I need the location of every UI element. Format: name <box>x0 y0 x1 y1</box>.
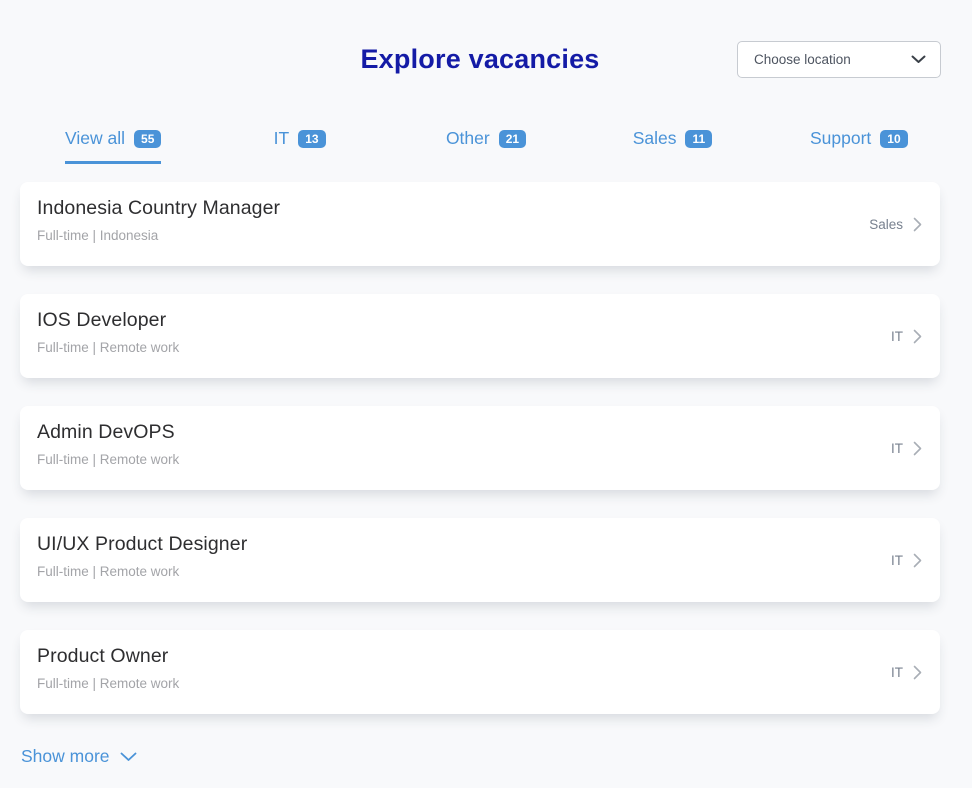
vacancy-title: Product Owner <box>37 645 922 668</box>
tab-count-badge: 11 <box>685 130 712 148</box>
vacancy-category: IT <box>891 665 903 680</box>
tab-it[interactable]: IT 13 <box>206 128 392 164</box>
tab-label: IT <box>274 128 290 149</box>
vacancy-category: IT <box>891 329 903 344</box>
vacancy-category: IT <box>891 553 903 568</box>
header: Explore vacancies Choose location <box>0 0 972 104</box>
vacancy-details: Full-time | Remote work <box>37 564 922 579</box>
tab-view-all[interactable]: View all 55 <box>20 128 206 164</box>
vacancy-title: Admin DevOPS <box>37 421 922 444</box>
tab-support[interactable]: Support 10 <box>766 128 952 164</box>
tab-label: Support <box>810 128 871 149</box>
vacancy-category: Sales <box>869 217 903 232</box>
chevron-down-icon <box>911 55 926 64</box>
vacancy-card[interactable]: UI/UX Product Designer Full-time | Remot… <box>20 518 940 602</box>
vacancy-card[interactable]: Product Owner Full-time | Remote work IT <box>20 630 940 714</box>
tab-label: Sales <box>633 128 677 149</box>
show-more-button[interactable]: Show more <box>21 746 137 767</box>
vacancy-title: UI/UX Product Designer <box>37 533 922 556</box>
show-more-label: Show more <box>21 746 110 767</box>
tab-other[interactable]: Other 21 <box>393 128 579 164</box>
vacancy-details: Full-time | Remote work <box>37 452 922 467</box>
vacancy-card[interactable]: Indonesia Country Manager Full-time | In… <box>20 182 940 266</box>
chevron-down-icon <box>120 752 137 762</box>
tab-count-badge: 21 <box>499 130 526 148</box>
chevron-right-icon <box>913 553 922 568</box>
chevron-right-icon <box>913 441 922 456</box>
category-tabs: View all 55 IT 13 Other 21 Sales 11 Supp <box>20 128 952 164</box>
tab-count-badge: 10 <box>880 130 907 148</box>
vacancy-category: IT <box>891 441 903 456</box>
vacancy-card[interactable]: Admin DevOPS Full-time | Remote work IT <box>20 406 940 490</box>
vacancy-title: Indonesia Country Manager <box>37 197 922 220</box>
chevron-right-icon <box>913 665 922 680</box>
chevron-right-icon <box>913 217 922 232</box>
vacancy-card[interactable]: IOS Developer Full-time | Remote work IT <box>20 294 940 378</box>
tab-sales[interactable]: Sales 11 <box>579 128 765 164</box>
tab-label: Other <box>446 128 490 149</box>
location-select[interactable]: Choose location <box>737 41 941 78</box>
location-select-value: Choose location <box>754 52 851 67</box>
tab-count-badge: 55 <box>134 130 161 148</box>
tab-count-badge: 13 <box>298 130 325 148</box>
tab-label: View all <box>65 128 125 149</box>
vacancy-title: IOS Developer <box>37 309 922 332</box>
vacancy-details: Full-time | Remote work <box>37 340 922 355</box>
vacancy-list: Indonesia Country Manager Full-time | In… <box>20 182 940 714</box>
explore-vacancies-page: Explore vacancies Choose location View a… <box>0 0 972 788</box>
vacancy-details: Full-time | Remote work <box>37 676 922 691</box>
vacancy-details: Full-time | Indonesia <box>37 228 922 243</box>
chevron-right-icon <box>913 329 922 344</box>
